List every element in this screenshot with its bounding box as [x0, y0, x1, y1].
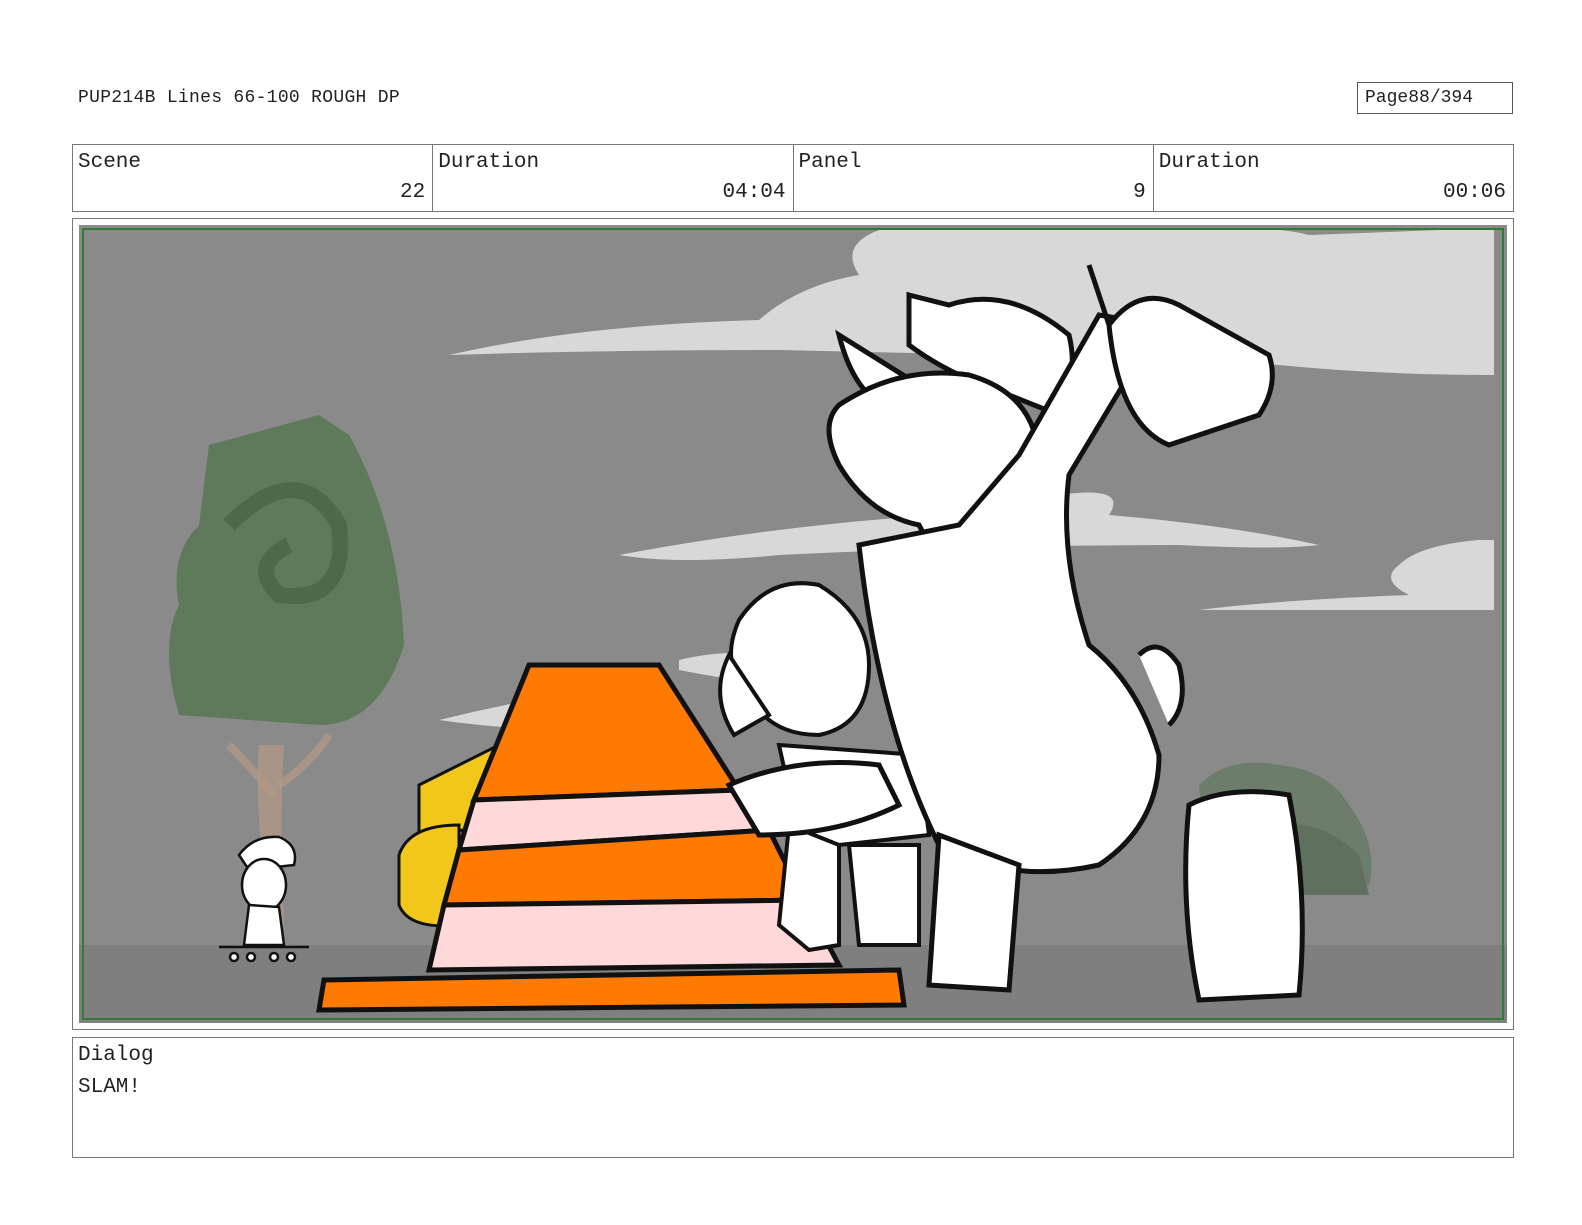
info-table: Scene 22 Duration 04:04 Panel 9 Duration… — [72, 144, 1514, 212]
panel-duration-label: Duration — [1158, 151, 1260, 174]
scene-duration-label: Duration — [438, 151, 540, 174]
scene-duration-cell: Duration 04:04 — [433, 145, 794, 211]
panel-duration-cell: Duration 00:06 — [1154, 145, 1513, 211]
scene-duration-value: 04:04 — [722, 181, 786, 204]
page-label: Page — [1365, 88, 1409, 108]
scene-cell: Scene 22 — [73, 145, 434, 211]
document-title: PUP214B Lines 66-100 ROUGH DP — [78, 88, 400, 108]
storyboard-panel — [72, 218, 1514, 1030]
panel-value: 9 — [1133, 181, 1146, 204]
page-indicator: Page 88/394 — [1357, 82, 1513, 114]
dialog-box: Dialog SLAM! — [72, 1037, 1514, 1158]
scene-value: 22 — [400, 181, 426, 204]
panel-duration-value: 00:06 — [1442, 181, 1506, 204]
panel-illustration — [79, 225, 1507, 1023]
panel-label: Panel — [798, 151, 862, 174]
scene-label: Scene — [78, 151, 142, 174]
dialog-text: SLAM! — [78, 1076, 142, 1099]
page-number: 88/394 — [1408, 88, 1474, 108]
dialog-label: Dialog — [78, 1044, 154, 1067]
panel-cell: Panel 9 — [794, 145, 1154, 211]
